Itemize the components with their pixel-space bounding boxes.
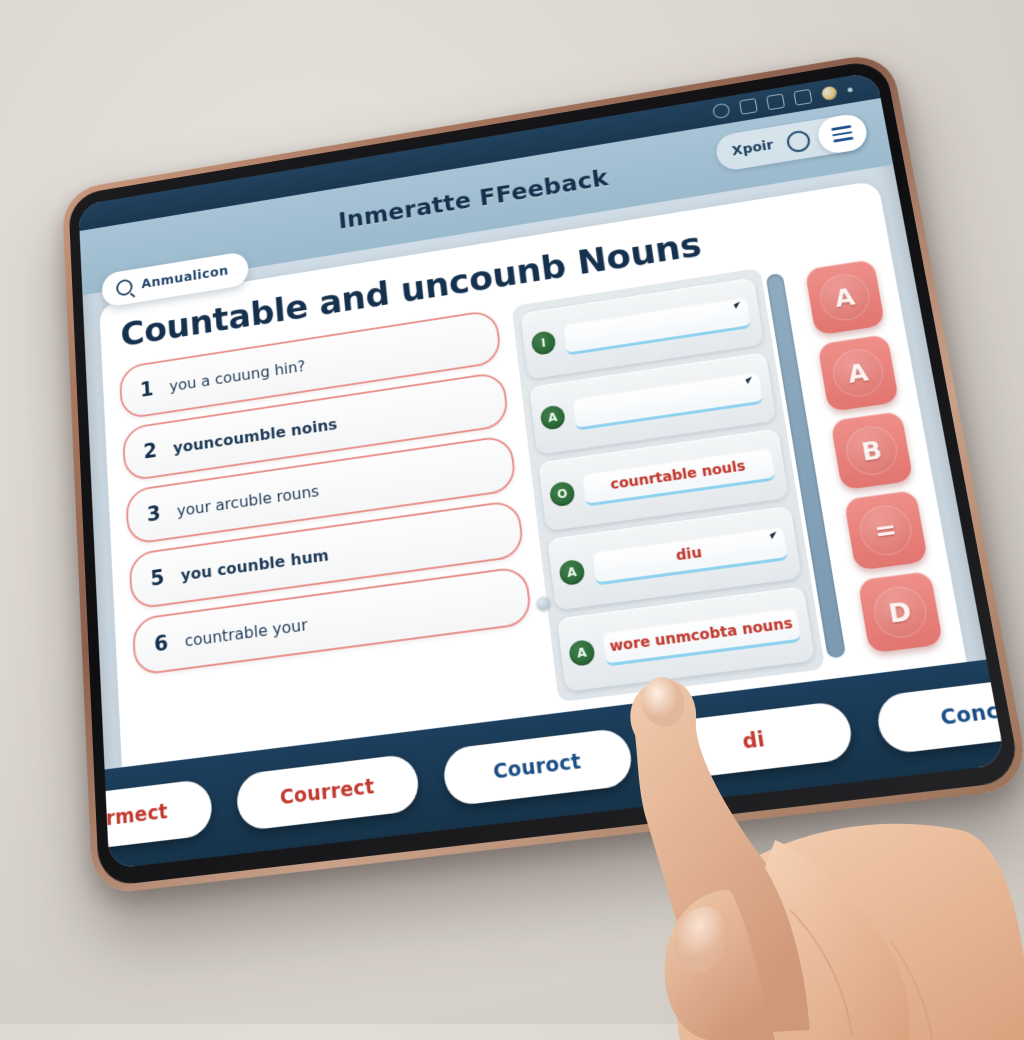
letter-button-b[interactable]: B xyxy=(830,410,914,491)
question-number: 2 xyxy=(142,438,158,464)
answer-text: wore unmcobta nouns xyxy=(608,615,794,656)
status-badge: A xyxy=(568,638,596,667)
answer-slot[interactable] xyxy=(572,371,764,431)
search-input-value: Anmualicon xyxy=(141,263,229,292)
question-text: your arcuble rouns xyxy=(176,481,320,520)
footer-button-label: di xyxy=(740,727,767,755)
letter-label: A xyxy=(832,281,857,313)
question-number: 6 xyxy=(153,630,169,657)
letter-button-a[interactable]: A xyxy=(817,333,900,413)
status-badge: I xyxy=(530,330,557,357)
search-circle-icon[interactable] xyxy=(785,128,812,154)
letter-label: B xyxy=(859,434,885,467)
letter-ring: = xyxy=(856,502,916,559)
letter-ring: D xyxy=(869,583,931,641)
question-number: 3 xyxy=(146,501,162,527)
caret-icon xyxy=(733,301,743,309)
vertical-scroll-track[interactable] xyxy=(765,272,847,659)
tablet-device-scene: Inmeratte FFeeback Xpoir Anmualicon Coun… xyxy=(0,0,1024,1024)
letter-ring: A xyxy=(829,345,887,400)
hamburger-menu-icon[interactable] xyxy=(815,111,870,156)
pointer-dot-marker xyxy=(535,595,551,611)
footer-button[interactable]: Courrect xyxy=(235,752,421,832)
power-icon[interactable] xyxy=(711,102,731,120)
answer-slot[interactable]: diu xyxy=(592,526,789,586)
header-account-group[interactable]: Xpoir xyxy=(713,111,870,173)
answer-slot[interactable] xyxy=(563,296,752,356)
tablet-frame: Inmeratte FFeeback Xpoir Anmualicon Coun… xyxy=(61,50,1024,896)
answer-card-list: I A Ocounrtable nouls Adiu Awore unmcobta no… xyxy=(511,267,826,703)
footer-button[interactable]: Conch xyxy=(873,672,1007,756)
footer-button-label: Couroct xyxy=(491,749,583,784)
footer-button-label: Courrect xyxy=(279,775,376,810)
letter-button-d[interactable]: D xyxy=(857,570,944,654)
answer-card[interactable]: I xyxy=(520,277,765,380)
book-icon[interactable] xyxy=(738,97,758,115)
answer-card[interactable]: Awore unmcobta nouns xyxy=(557,586,816,692)
footer-button-label: Cormect xyxy=(78,800,169,834)
footer-button[interactable]: di xyxy=(654,700,856,782)
cast-icon[interactable] xyxy=(793,88,813,106)
question-text: you counble hum xyxy=(180,545,330,585)
battery-icon[interactable] xyxy=(766,93,786,111)
question-text: you a couung hin? xyxy=(168,356,307,395)
letter-button-column: A A B = D xyxy=(803,251,945,664)
answer-slot[interactable]: counrtable nouls xyxy=(582,447,776,508)
question-text: countrable your xyxy=(184,614,309,650)
letter-button-a[interactable]: A xyxy=(804,258,886,336)
answer-card[interactable]: Adiu xyxy=(547,506,802,611)
status-badge: A xyxy=(558,558,586,586)
footer-button[interactable]: Couroct xyxy=(441,726,635,807)
footer-button-label: Conch xyxy=(938,697,1007,731)
answer-text: counrtable nouls xyxy=(609,458,747,494)
status-badge: A xyxy=(539,404,567,431)
orb-icon xyxy=(820,85,838,101)
letter-button-=[interactable]: = xyxy=(843,489,929,571)
account-label: Xpoir xyxy=(731,137,775,159)
letter-ring: B xyxy=(842,423,902,478)
question-text: youncoumble noins xyxy=(172,414,338,457)
dot-icon xyxy=(847,86,853,93)
footer-button-bar: Cormect Courrect Couroct di Conch xyxy=(78,659,1007,870)
magnifier-icon xyxy=(115,278,133,297)
answer-slot[interactable]: wore unmcobta nouns xyxy=(602,607,802,667)
footer-button[interactable]: Cormect xyxy=(78,778,214,856)
question-number: 5 xyxy=(149,565,165,591)
status-badge: O xyxy=(548,480,576,508)
answer-card[interactable]: Ocounrtable nouls xyxy=(538,427,790,532)
answer-panel: I A Ocounrtable nouls Adiu Awore unmcobta no… xyxy=(511,264,855,703)
letter-label: = xyxy=(871,513,900,547)
caret-icon xyxy=(745,376,755,384)
tablet-screen: Inmeratte FFeeback Xpoir Anmualicon Coun… xyxy=(78,71,1007,870)
question-number: 1 xyxy=(139,377,155,402)
tablet-bezel: Inmeratte FFeeback Xpoir Anmualicon Coun… xyxy=(68,58,1022,888)
caret-icon xyxy=(769,531,779,540)
letter-label: A xyxy=(845,357,871,389)
letter-label: D xyxy=(886,595,914,629)
answer-text: diu xyxy=(675,545,703,565)
letter-ring: A xyxy=(816,270,874,324)
question-list: 1 you a couung hin? 2 youncoumble noins 3 you… xyxy=(118,308,543,755)
